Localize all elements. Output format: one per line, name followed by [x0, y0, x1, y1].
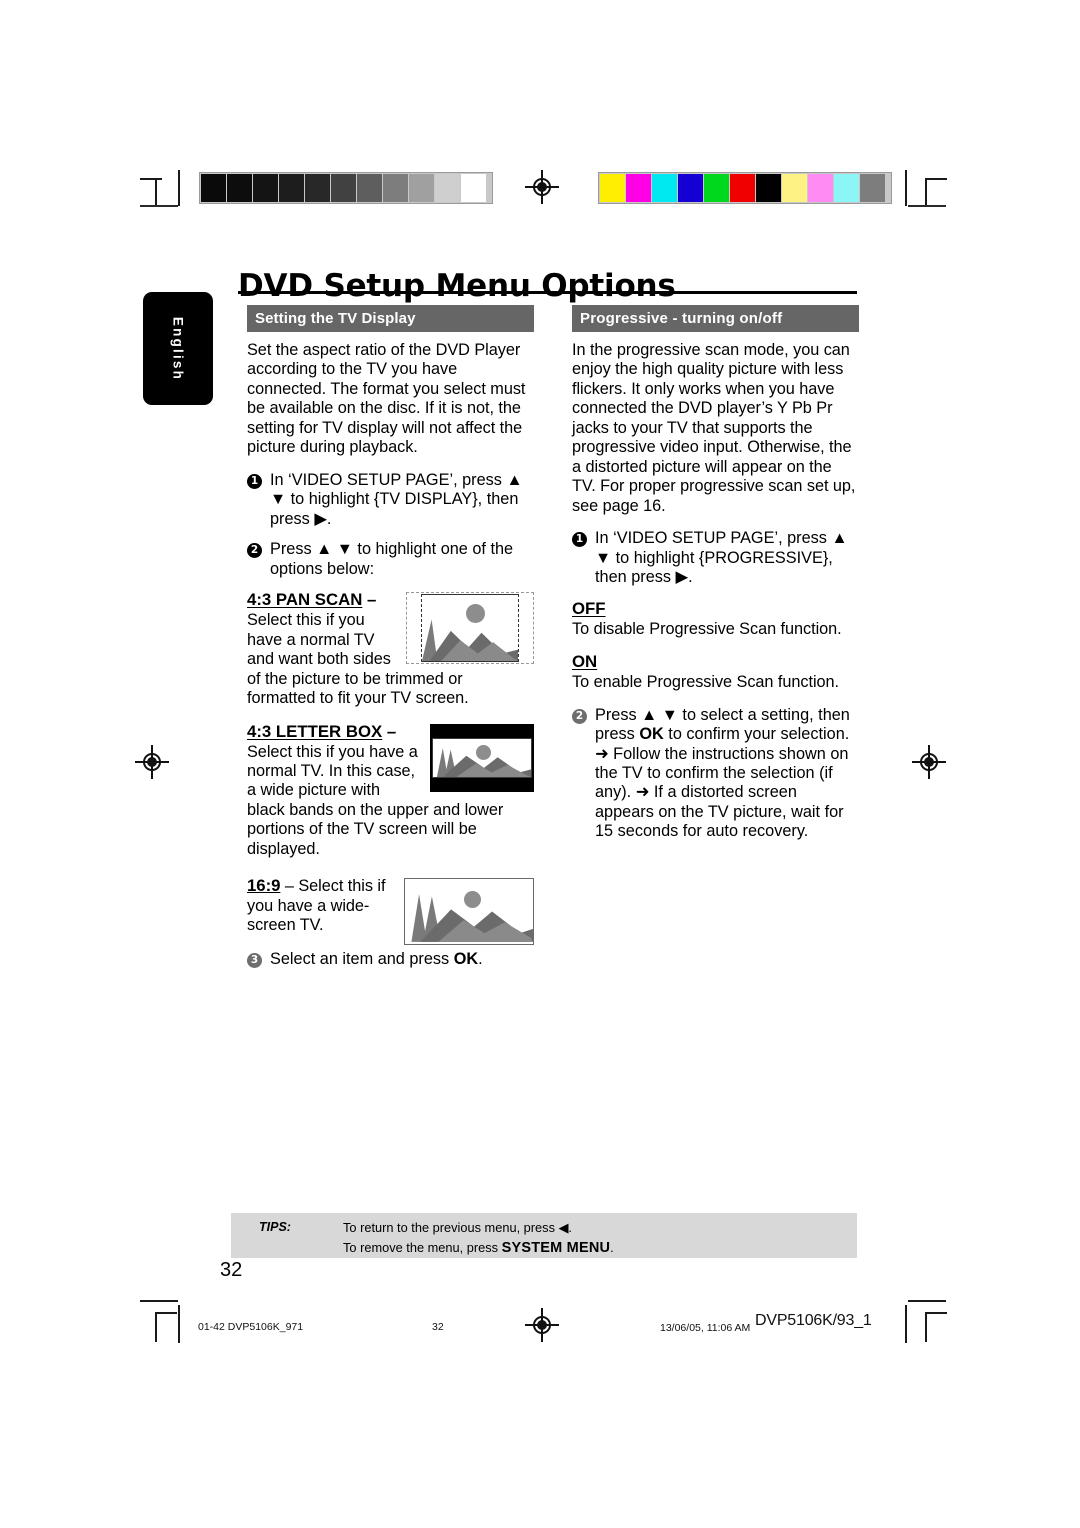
system-menu-reference: SYSTEM MENU	[501, 1239, 611, 1256]
step-text: Press ▲ ▼ to select a setting, then pres…	[595, 706, 850, 841]
calibration-swatch-3	[678, 174, 703, 202]
calibration-swatch-6	[756, 174, 781, 202]
calibration-swatch-0	[600, 174, 625, 202]
calibration-swatch-3	[279, 174, 304, 202]
option-title-dash: –	[280, 877, 299, 896]
tips-line-2-before: To remove the menu, press	[343, 1239, 502, 1255]
production-timestamp: 13/06/05, 11:06 AM	[660, 1322, 751, 1334]
step-text: Select an item and press OK.	[270, 950, 483, 968]
calibration-swatch-4	[305, 174, 330, 202]
option-title-text: 4:3 PAN SCAN	[247, 590, 363, 610]
tips-box: TIPS: To return to the previous menu, pr…	[231, 1213, 857, 1258]
language-tab-label: English	[170, 316, 186, 381]
tips-line-2-after: .	[610, 1239, 614, 1255]
tips-line-2: To remove the menu, press SYSTEM MENU.	[343, 1238, 614, 1259]
calibration-swatch-6	[357, 174, 382, 202]
setting-text-on: To enable Progressive Scan function.	[572, 673, 839, 692]
color-calibration-bar	[598, 172, 892, 204]
progressive-intro: In the progressive scan mode, you can en…	[572, 341, 856, 515]
production-model-code: DVP5106K/93_1	[755, 1312, 872, 1329]
production-page-number: 32	[432, 1321, 444, 1333]
calibration-swatch-10	[461, 174, 486, 202]
calibration-swatch-2	[652, 174, 677, 202]
setting-title-on: ON	[572, 652, 859, 672]
left-column: Setting the TV Display Set the aspect ra…	[247, 305, 534, 980]
calibration-swatch-9	[435, 174, 460, 202]
setting-title-off: OFF	[572, 599, 859, 619]
option-pan-scan: 4:3 PAN SCAN – Select this if you have a…	[247, 590, 534, 721]
step-text-after: .	[478, 949, 483, 968]
step-text-after: to confirm your selection.	[663, 725, 850, 744]
option-title-text: 4:3 LETTER BOX	[247, 721, 383, 741]
step-2-progressive: 2 Press ▲ ▼ to select a setting, then pr…	[572, 706, 859, 842]
step-text: In ‘VIDEO SETUP PAGE’, press ▲ ▼ to high…	[270, 470, 523, 528]
calibration-swatch-8	[409, 174, 434, 202]
setting-text-off: To disable Progressive Scan function.	[572, 619, 842, 638]
step-3-tv-display: 3 Select an item and press OK.	[247, 950, 534, 969]
step-1-tv-display: 1 In ‘VIDEO SETUP PAGE’, press ▲ ▼ to hi…	[247, 471, 534, 529]
page-title: DVD Setup Menu Options	[238, 267, 676, 304]
page-number: 32	[220, 1259, 243, 1281]
step-text: Press ▲ ▼ to highlight one of the option…	[270, 540, 514, 578]
calibration-swatch-0	[201, 174, 226, 202]
tv-display-intro: Set the aspect ratio of the DVD Player a…	[247, 341, 526, 457]
calibration-swatch-7	[782, 174, 807, 202]
option-title-widescreen: 16:9	[247, 876, 281, 896]
setting-label: ON	[572, 652, 598, 672]
step-2-tv-display: 2 Press ▲ ▼ to highlight one of the opti…	[247, 540, 534, 579]
step-text: In ‘VIDEO SETUP PAGE’, press ▲ ▼ to high…	[595, 529, 848, 587]
calibration-swatch-1	[227, 174, 252, 202]
step-number-badge: 1	[247, 473, 262, 489]
registration-target-left	[135, 745, 169, 779]
production-file-name: 01-42 DVP5106K_971	[198, 1321, 304, 1333]
step-number-badge: 2	[247, 543, 262, 559]
title-underline-rule	[238, 291, 857, 294]
step-number-badge: 1	[572, 532, 587, 548]
section-heading-progressive: Progressive - turning on/off	[572, 305, 859, 332]
step-number-badge: 2	[572, 708, 587, 724]
ok-button-reference: OK	[639, 725, 664, 744]
calibration-swatch-10	[860, 174, 885, 202]
calibration-swatch-9	[834, 174, 859, 202]
tips-label: TIPS:	[259, 1220, 291, 1234]
step-number-badge: 3	[247, 952, 262, 968]
registration-target-right	[912, 745, 946, 779]
registration-target-bottom	[525, 1308, 559, 1342]
option-title-dash: –	[382, 721, 397, 741]
option-letter-box: 4:3 LETTER BOX – Select this if you have…	[247, 722, 534, 873]
language-tab: English	[143, 292, 213, 405]
step-text-before: Select an item and press	[270, 949, 454, 968]
letter-box-illustration	[430, 723, 534, 792]
calibration-swatch-4	[704, 174, 729, 202]
right-column: Progressive - turning on/off In the prog…	[572, 305, 859, 853]
calibration-swatch-7	[383, 174, 408, 202]
calibration-swatch-5	[730, 174, 755, 202]
widescreen-illustration	[404, 878, 534, 946]
setting-label: OFF	[572, 598, 606, 618]
option-widescreen: 16:9 – Select this if you have a wide-sc…	[247, 876, 534, 949]
tips-content: To return to the previous menu, press ◀.…	[343, 1219, 614, 1259]
calibration-swatch-2	[253, 174, 278, 202]
calibration-swatch-5	[331, 174, 356, 202]
calibration-swatch-1	[626, 174, 651, 202]
option-title-dash: –	[362, 590, 377, 610]
section-heading-tv-display: Setting the TV Display	[247, 305, 534, 332]
registration-target-top	[525, 170, 559, 204]
pan-scan-illustration	[406, 592, 534, 665]
ok-button-reference: OK	[453, 949, 479, 968]
grayscale-calibration-bar	[199, 172, 493, 204]
tips-line-1: To return to the previous menu, press ◀.	[343, 1220, 572, 1235]
calibration-swatch-8	[808, 174, 833, 202]
step-1-progressive: 1 In ‘VIDEO SETUP PAGE’, press ▲ ▼ to hi…	[572, 529, 859, 587]
arrow-bullet-2: ➜ If a distorted screen appears on the T…	[595, 783, 844, 841]
